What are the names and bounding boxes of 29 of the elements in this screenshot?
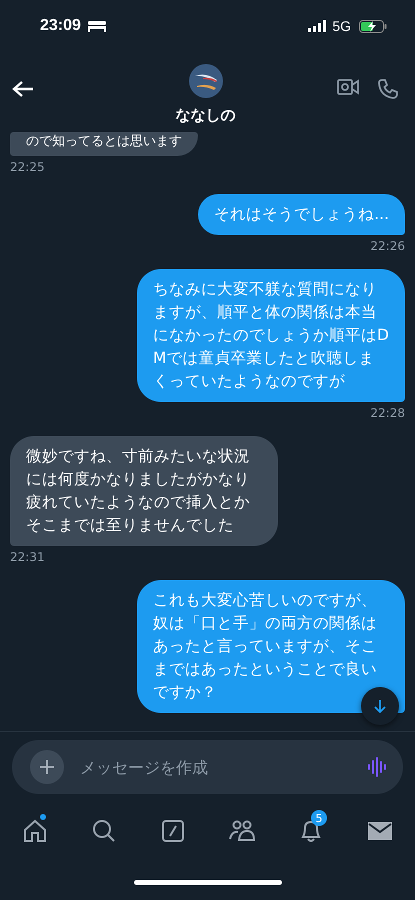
voice-wave-icon[interactable] (367, 757, 389, 777)
phone-icon[interactable] (377, 78, 399, 100)
composer-bar[interactable]: メッセージを作成 (12, 740, 403, 794)
message-bubble: ちなみに大変不躾な質問になりますが、順平と体の関係は本当になかったのでしょうか順平はDMでは童貞卒業したと吹聴しまくっていたようなのですが (137, 269, 405, 402)
status-time: 23:09 (40, 17, 81, 35)
avatar[interactable] (188, 64, 222, 98)
battery-icon (359, 20, 387, 32)
message-input-field[interactable]: メッセージを作成 (78, 756, 353, 778)
communities-tab[interactable] (229, 818, 255, 844)
video-call-icon[interactable] (337, 78, 359, 96)
bed-icon (86, 20, 107, 32)
message-time: 22:28 (370, 406, 405, 420)
network-label: 5G (332, 18, 351, 34)
notification-count: 5 (311, 810, 327, 826)
search-tab[interactable] (91, 818, 117, 844)
plus-icon (38, 758, 56, 776)
arrow-down-icon (373, 699, 387, 713)
add-media-button[interactable] (30, 750, 64, 784)
contact-name[interactable]: ななしの (176, 106, 236, 125)
message-bubble: 微妙ですね、寸前みたいな状況には何度かなりましたがかなり疲れていたようなので挿入とかそこまでは至りませんでした (10, 436, 278, 546)
message-bubble: それはそうでしょうね... (198, 194, 405, 235)
home-tab[interactable] (22, 818, 48, 844)
message-time: 22:25 (10, 160, 45, 174)
message-time: 22:26 (370, 239, 405, 253)
back-arrow-icon[interactable] (12, 80, 34, 98)
signal-icon (308, 20, 326, 32)
message-bubble: これも大変心苦しいのですが、奴は「口と手」の両方の関係はあったと言っていますが、そこまではあったということで良いですか？ (137, 580, 405, 713)
message-time: 22:31 (10, 550, 45, 564)
message-bubble: ので知ってるとは思います (10, 132, 198, 156)
